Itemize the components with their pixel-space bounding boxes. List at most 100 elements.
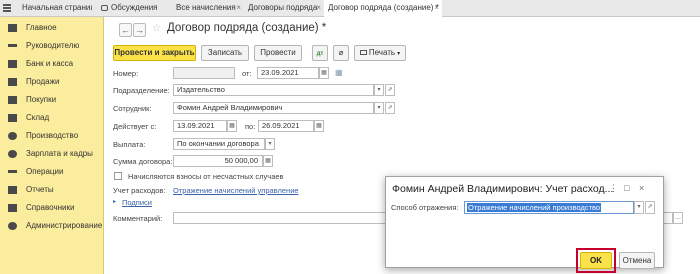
sidebar-item-label: Покупки	[26, 95, 57, 104]
accident-label: Начисляются взносы от несчастных случаев	[128, 172, 284, 181]
back-button[interactable]: ←	[119, 23, 132, 37]
number-field[interactable]	[173, 67, 235, 79]
method-open-link[interactable]: ⇗	[645, 201, 655, 214]
sidebar-item-label: Склад	[26, 113, 50, 122]
dept-open-link[interactable]: ⇗	[385, 84, 395, 96]
save-button[interactable]: Записать	[201, 45, 249, 61]
more-icon[interactable]: ⋮	[609, 183, 618, 194]
tab-home[interactable]: Начальная страница	[18, 0, 92, 17]
number-label: Номер:	[113, 69, 139, 78]
home-tab-label: Начальная страница	[22, 3, 92, 12]
comment-expand-button[interactable]: …	[673, 212, 683, 224]
sidebar-item-label: Производство	[26, 131, 79, 140]
dept-field[interactable]: Издательство	[173, 84, 374, 96]
dialog-title: Фомин Андрей Владимирович: Учет расход..…	[392, 183, 614, 195]
sidebar-item-manager[interactable]: Руководителю	[0, 37, 104, 55]
valid-from-label: Действует с:	[113, 122, 157, 131]
sidebar-item-label: Справочники	[26, 203, 75, 212]
employee-open-link[interactable]: ⇗	[385, 102, 395, 114]
expense-dialog: Фомин Андрей Владимирович: Учет расход..…	[385, 176, 664, 273]
grid-icon[interactable]: ▦	[335, 68, 343, 77]
attach-button[interactable]: ⌀	[333, 45, 349, 61]
sidebar-item-label: Администрирование	[26, 221, 103, 230]
sidebar-item-administration[interactable]: Администрирование	[0, 217, 104, 235]
forward-button[interactable]: →	[133, 23, 146, 37]
method-field[interactable]: Отражение начислений производство	[464, 201, 634, 214]
warehouse-icon	[8, 114, 17, 122]
expense-link[interactable]: Отражение начислений управление	[173, 186, 299, 195]
settings-icon	[8, 222, 17, 230]
movements-button[interactable]: дт	[312, 45, 328, 61]
menu-icon[interactable]	[3, 4, 11, 12]
date-label: от:	[242, 69, 252, 78]
ok-button[interactable]: OK	[580, 252, 612, 269]
tab-contracts[interactable]: Договоры подряда ×	[244, 0, 324, 17]
method-dropdown[interactable]: ▾	[634, 201, 644, 214]
payment-label: Выплата:	[113, 140, 146, 149]
employee-dropdown[interactable]: ▾	[374, 102, 384, 114]
valid-from-field[interactable]: 13.09.2021	[173, 120, 227, 132]
method-value: Отражение начислений производство	[467, 203, 602, 212]
reports-icon	[8, 186, 17, 194]
people-icon	[8, 150, 17, 158]
signatures-link[interactable]: Подписи	[122, 198, 152, 207]
print-button[interactable]: Печать ▾	[354, 45, 406, 61]
close-icon[interactable]: ×	[236, 0, 241, 16]
close-icon[interactable]: ×	[316, 0, 321, 16]
contracts-tab-label: Договоры подряда	[248, 3, 318, 12]
valid-to-field[interactable]: 26.09.2021	[258, 120, 314, 132]
sidebar-item-bank[interactable]: Банк и касса	[0, 55, 104, 73]
sidebar-item-operations[interactable]: Операции	[0, 163, 104, 181]
employee-label: Сотрудник:	[113, 104, 152, 113]
calculator-icon[interactable]: ▦	[263, 155, 273, 167]
sidebar-item-label: Продажи	[26, 77, 60, 86]
post-button[interactable]: Провести	[254, 45, 302, 61]
sidebar: Главное Руководителю Банк и касса Продаж…	[0, 17, 104, 274]
sidebar-item-warehouse[interactable]: Склад	[0, 109, 104, 127]
date-field[interactable]: 23.09.2021	[257, 67, 319, 79]
amount-field[interactable]: 50 000,00	[173, 155, 263, 167]
close-icon[interactable]: ×	[434, 0, 439, 16]
maximize-icon[interactable]: □	[624, 183, 629, 193]
accident-checkbox[interactable]	[114, 172, 122, 180]
sidebar-item-sales[interactable]: Продажи	[0, 73, 104, 91]
tab-contract-create[interactable]: Договор подряда (создание) * ×	[324, 0, 442, 17]
dt-kt-icon: дт	[316, 51, 324, 57]
list-icon	[8, 24, 17, 32]
book-icon	[8, 204, 17, 212]
calendar-icon[interactable]: ▦	[319, 67, 329, 79]
dept-dropdown[interactable]: ▾	[374, 84, 384, 96]
sidebar-item-label: Банк и касса	[26, 59, 74, 68]
cancel-button[interactable]: Отмена	[619, 252, 655, 269]
sidebar-item-main[interactable]: Главное	[0, 19, 104, 37]
contract-create-tab-label: Договор подряда (создание) *	[328, 3, 439, 12]
ok-highlight-frame: OK	[576, 248, 616, 273]
post-and-close-button[interactable]: Провести и закрыть	[113, 45, 196, 61]
valid-to-label: по:	[245, 122, 256, 131]
payment-field[interactable]: По окончании договора	[173, 138, 265, 150]
tab-discussions[interactable]: Обсуждения	[97, 0, 167, 17]
close-icon[interactable]: ×	[639, 183, 644, 193]
sidebar-item-purchases[interactable]: Покупки	[0, 91, 104, 109]
sidebar-item-production[interactable]: Производство	[0, 127, 104, 145]
cart-icon	[8, 96, 17, 104]
collapse-icon[interactable]: ▸	[113, 198, 116, 205]
sidebar-item-reports[interactable]: Отчеты	[0, 181, 104, 199]
discussions-tab-label: Обсуждения	[111, 3, 158, 12]
expense-label: Учет расходов:	[113, 186, 166, 195]
sidebar-item-directories[interactable]: Справочники	[0, 199, 104, 217]
sidebar-item-payroll[interactable]: Зарплата и кадры	[0, 145, 104, 163]
chevron-down-icon: ▾	[397, 51, 401, 57]
calendar-icon[interactable]: ▦	[227, 120, 237, 132]
dept-label: Подразделение:	[113, 86, 170, 95]
calendar-icon[interactable]: ▦	[314, 120, 324, 132]
tab-all-accruals[interactable]: Все начисления ×	[172, 0, 244, 17]
employee-field[interactable]: Фомин Андрей Владимирович	[173, 102, 374, 114]
sidebar-item-label: Руководителю	[26, 41, 80, 50]
method-label: Способ отражения:	[391, 203, 459, 212]
page-title: Договор подряда (создание) *	[167, 22, 327, 34]
favorite-icon[interactable]: ☆	[152, 23, 161, 34]
paperclip-icon: ⌀	[338, 48, 344, 57]
sidebar-item-label: Главное	[26, 23, 57, 32]
payment-dropdown[interactable]: ▾	[265, 138, 275, 150]
